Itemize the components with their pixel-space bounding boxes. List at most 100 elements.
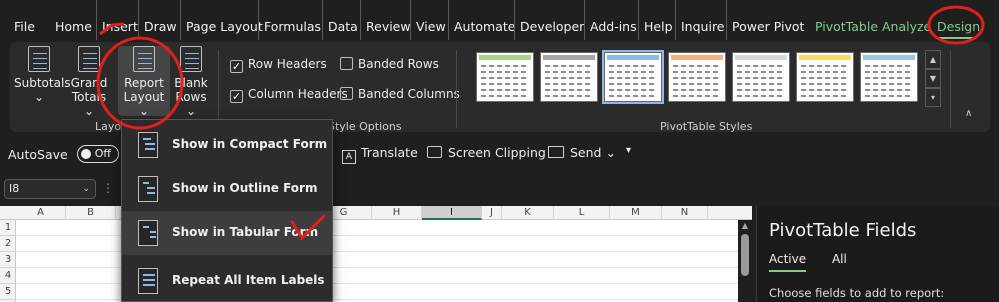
tab-data[interactable]: Data <box>322 0 358 40</box>
column-header[interactable]: N <box>662 206 708 220</box>
tab-insert[interactable]: Insert <box>96 0 138 40</box>
screen-clipping-label: Screen Clipping <box>448 145 546 160</box>
subtotals-button[interactable]: Subtotals ⌄ <box>14 46 71 104</box>
report-layout-icon <box>133 46 155 72</box>
chevron-down-icon[interactable]: ⌄ <box>82 180 90 198</box>
checkbox-empty-icon <box>340 57 353 70</box>
column-header[interactable]: A <box>16 206 66 220</box>
row-header[interactable]: 2 <box>0 236 16 252</box>
menu-item-label: Show in Outline Form <box>172 181 318 195</box>
pivottable-styles-group-label: PivotTable Styles <box>660 120 753 133</box>
report-layout-button[interactable]: Report Layout ⌄ <box>118 46 170 118</box>
pivot-style-thumbnail[interactable] <box>540 52 598 102</box>
pivot-style-thumbnail[interactable] <box>476 52 534 102</box>
blank-rows-icon <box>180 46 202 72</box>
column-header[interactable]: M <box>610 206 662 220</box>
tab-automate[interactable]: Automate <box>448 0 515 40</box>
banded-rows-checkbox[interactable]: Banded Rows <box>340 57 439 71</box>
banded-columns-checkbox[interactable]: Banded Columns <box>340 87 460 101</box>
tab-add-ins[interactable]: Add-ins <box>584 0 637 40</box>
subtotals-label: Subtotals <box>14 76 71 90</box>
toggle-icon[interactable]: Off <box>76 145 119 163</box>
spreadsheet-grid[interactable]: ABCDEFGHIJKLMN 12345 ▲ <box>0 206 752 302</box>
column-headers-label: Column Headers <box>248 87 348 101</box>
more-icon[interactable]: ⋮ <box>102 182 118 197</box>
blank-rows-label: Blank <box>174 76 208 90</box>
autosave-toggle[interactable]: AutoSave Off <box>8 145 119 163</box>
divider <box>218 50 219 128</box>
tab-design[interactable]: Design <box>937 0 980 40</box>
name-box[interactable]: I8 ⌄ <box>4 179 96 199</box>
tab-power-pivot[interactable]: Power Pivot <box>726 0 804 40</box>
scroll-up-icon[interactable]: ▲ <box>738 220 752 232</box>
row-headers: 12345 <box>0 220 16 302</box>
tab-home[interactable]: Home <box>55 0 92 40</box>
tab-all[interactable]: All <box>832 252 847 266</box>
tab-active[interactable]: Active <box>769 252 807 272</box>
grand-totals-icon <box>78 46 100 72</box>
menu-item-tabular-form[interactable]: Show in Tabular Form <box>122 211 332 255</box>
pivot-style-thumbnail[interactable] <box>732 52 790 102</box>
vertical-scrollbar[interactable]: ▲ <box>738 220 752 302</box>
grand-totals-label: Grand <box>70 76 108 90</box>
column-headers-checkbox[interactable]: ✓ Column Headers <box>230 87 348 103</box>
tab-inquire[interactable]: Inquire <box>675 0 725 40</box>
pivot-style-thumbnail[interactable] <box>796 52 854 102</box>
row-header[interactable]: 1 <box>0 220 16 236</box>
column-header[interactable]: H <box>372 206 422 220</box>
column-header[interactable]: K <box>502 206 554 220</box>
tabular-form-icon <box>138 220 158 246</box>
gallery-scroll[interactable]: ▲ ▼ ▾ <box>925 50 941 108</box>
pivot-style-thumbnail[interactable] <box>860 52 918 102</box>
column-header[interactable]: B <box>66 206 116 220</box>
translate-label: Translate <box>361 145 418 160</box>
subtotals-icon <box>28 46 50 72</box>
chevron-down-icon[interactable]: ▼ <box>925 69 941 88</box>
more-icon[interactable]: ▾ <box>925 88 941 107</box>
name-box-value: I8 <box>9 182 20 195</box>
repeat-labels-icon <box>138 268 158 294</box>
tab-pivottable-analyze[interactable]: PivotTable Analyze <box>815 0 931 40</box>
menu-item-repeat-labels[interactable]: Repeat All Item Labels <box>122 259 332 302</box>
grand-totals-label-2: Totals ⌄ <box>71 90 107 118</box>
pane-tabs: Active All <box>769 252 869 272</box>
tab-review[interactable]: Review <box>360 0 411 40</box>
row-headers-checkbox[interactable]: ✓ Row Headers <box>230 57 327 73</box>
pivot-style-thumbnail[interactable] <box>602 50 664 104</box>
translate-button[interactable]: A Translate <box>342 145 418 164</box>
row-header[interactable]: 3 <box>0 252 16 268</box>
pivot-style-thumbnail[interactable] <box>668 52 726 102</box>
tab-help[interactable]: Help <box>638 0 673 40</box>
pane-title: PivotTable Fields <box>769 220 917 241</box>
grand-totals-button[interactable]: Grand Totals ⌄ <box>66 46 112 118</box>
send-button[interactable]: Send ⌄ <box>548 145 616 160</box>
blank-rows-button[interactable]: Blank Rows ⌄ <box>170 46 212 118</box>
collapse-ribbon-icon[interactable]: ∧ <box>965 108 972 119</box>
menu-item-label: Show in Compact Form <box>172 137 328 151</box>
row-headers-label: Row Headers <box>248 57 327 71</box>
mail-icon <box>548 146 564 158</box>
menu-item-outline-form[interactable]: Show in Outline Form <box>122 167 332 211</box>
banded-columns-label: Banded Columns <box>358 87 460 101</box>
camera-icon <box>427 146 442 158</box>
column-header[interactable]: J <box>482 206 502 220</box>
divider <box>950 50 951 128</box>
tab-formulas[interactable]: Formulas <box>258 0 321 40</box>
divider <box>456 50 457 128</box>
tab-file[interactable]: File <box>14 0 35 40</box>
tab-developer[interactable]: Developer <box>514 0 584 40</box>
column-header[interactable]: I <box>422 206 482 220</box>
row-header[interactable]: 5 <box>0 284 16 300</box>
tab-page-layout[interactable]: Page Layout <box>180 0 263 40</box>
report-layout-menu: Show in Compact Form Show in Outline For… <box>121 119 333 302</box>
chevron-up-icon[interactable]: ▲ <box>925 50 941 69</box>
column-header[interactable]: L <box>554 206 610 220</box>
screen-clipping-button[interactable]: Screen Clipping <box>427 145 546 160</box>
tab-draw[interactable]: Draw <box>138 0 177 40</box>
pivottable-styles-gallery <box>470 50 938 108</box>
menu-item-compact-form[interactable]: Show in Compact Form <box>122 123 332 167</box>
customize-qat-icon[interactable]: ▾ <box>626 145 631 156</box>
scroll-thumb[interactable] <box>741 234 749 276</box>
row-header[interactable]: 4 <box>0 268 16 284</box>
tab-view[interactable]: View <box>410 0 446 40</box>
